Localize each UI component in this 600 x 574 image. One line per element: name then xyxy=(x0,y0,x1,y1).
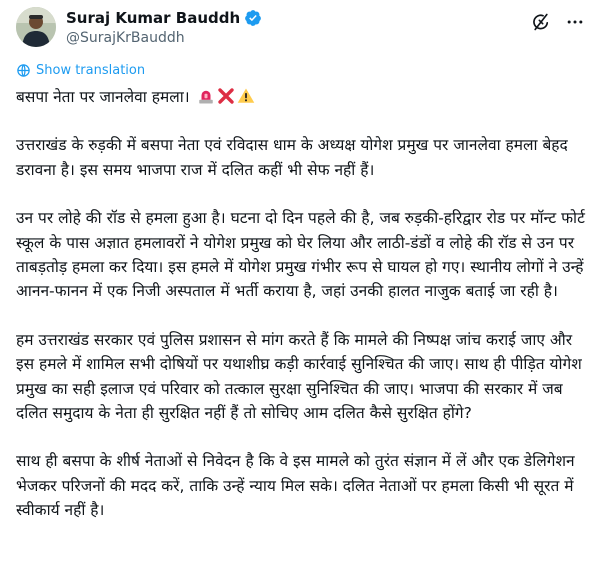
user-handle[interactable]: @SurajKrBauddh xyxy=(66,29,262,48)
globe-icon xyxy=(16,63,31,78)
verified-badge-icon xyxy=(244,9,262,27)
tweet-paragraph-5: साथ ही बसपा के शीर्ष नेताओं से निवेदन है… xyxy=(16,452,575,520)
tweet-headline: बसपा नेता पर जानलेवा हमला। xyxy=(16,88,190,106)
grok-icon[interactable] xyxy=(530,11,552,33)
show-translation-label[interactable]: Show translation xyxy=(36,63,145,78)
user-names: Suraj Kumar Bauddh @SurajKrBauddh xyxy=(66,8,262,48)
more-icon[interactable] xyxy=(564,11,586,33)
tweet-paragraph-1: बसपा नेता पर जानलेवा हमला। xyxy=(16,85,586,109)
warning-emoji xyxy=(237,87,255,105)
tweet-card: Suraj Kumar Bauddh @SurajKrBauddh Show t… xyxy=(0,0,600,574)
avatar[interactable] xyxy=(16,7,56,47)
police-light-emoji xyxy=(197,87,215,105)
tweet-paragraph-3: उन पर लोहे की रॉड से हमला हुआ है। घटना द… xyxy=(16,209,585,301)
cross-mark-emoji xyxy=(217,87,235,105)
tweet-header: Suraj Kumar Bauddh @SurajKrBauddh xyxy=(16,7,586,47)
show-translation-link[interactable]: Show translation xyxy=(16,63,145,78)
display-name[interactable]: Suraj Kumar Bauddh xyxy=(66,8,240,28)
tweet-paragraph-2: उत्तराखंड के रुड़की में बसपा नेता एवं रव… xyxy=(16,136,568,179)
tweet-text: बसपा नेता पर जानलेवा हमला। उत्तराखंड के … xyxy=(16,85,586,547)
tweet-paragraph-4: हम उत्तराखंड सरकार एवं पुलिस प्रशासन से … xyxy=(16,330,582,423)
header-actions xyxy=(530,11,586,33)
